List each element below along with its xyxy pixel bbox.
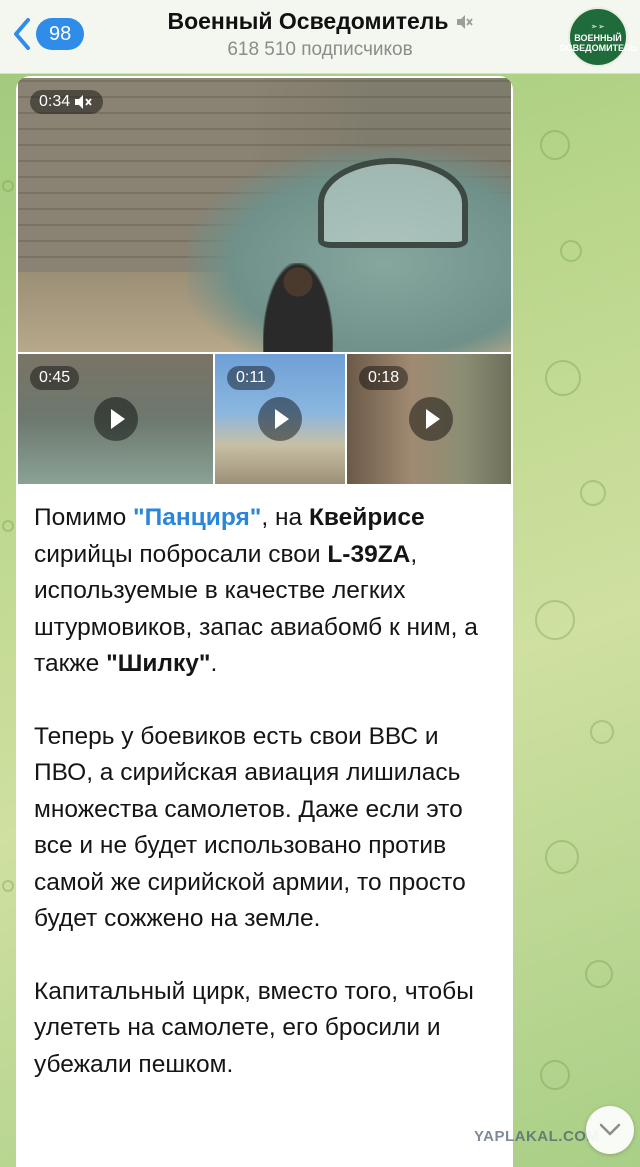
avatar-logo: ➣➢ bbox=[590, 21, 606, 31]
chat-header: 98 Военный Осведомитель 618 510 подписчи… bbox=[0, 0, 640, 74]
duration-label: 0:18 bbox=[368, 369, 400, 386]
video-duration: 0:45 bbox=[30, 366, 80, 390]
paragraph-1: Помимо "Панциря", на Квейрисе сирийцы по… bbox=[34, 500, 504, 683]
message-bubble: 0:34 0:45 0:11 0:18 Помимо "Панциря", на… bbox=[16, 76, 513, 1167]
speaker-muted-icon[interactable] bbox=[74, 94, 94, 110]
watermark: YAPLAKAL.COM bbox=[474, 1128, 600, 1145]
speaker-muted-icon bbox=[456, 14, 473, 29]
thumbnail-person bbox=[263, 263, 333, 352]
subscriber-count: 618 510 подписчиков bbox=[227, 39, 413, 60]
thumbnail-canopy bbox=[318, 158, 468, 248]
text-run: Помимо bbox=[34, 504, 134, 531]
channel-avatar[interactable]: ➣➢ ВОЕННЫЙ ОСВЕДОМИТЕЛЬ bbox=[559, 7, 637, 67]
channel-info[interactable]: Военный Осведомитель 618 510 подписчиков bbox=[0, 8, 640, 61]
scroll-down-button[interactable] bbox=[586, 1106, 634, 1154]
video-thumbnail-1[interactable]: 0:45 bbox=[18, 354, 213, 484]
video-duration: 0:18 bbox=[359, 366, 409, 390]
bold-text: "Шилку" bbox=[106, 650, 211, 677]
video-duration: 0:11 bbox=[227, 366, 275, 390]
avatar-line-2: ОСВЕДОМИТЕЛЬ bbox=[559, 42, 637, 53]
paragraph-3: Капитальный цирк, вместо того, чтобы уле… bbox=[34, 977, 474, 1078]
text-run: сирийцы побросали свои bbox=[34, 540, 328, 568]
play-icon[interactable] bbox=[258, 397, 302, 441]
bold-text: Квейрисе bbox=[308, 504, 425, 531]
video-thumbnail-3[interactable]: 0:18 bbox=[347, 354, 511, 484]
text-run: , на bbox=[261, 504, 309, 531]
highlighted-text: "Панциря" bbox=[133, 504, 262, 531]
channel-title: Военный Осведомитель bbox=[167, 8, 449, 34]
play-icon[interactable] bbox=[94, 397, 138, 441]
video-thumbnail-main[interactable]: 0:34 bbox=[18, 78, 511, 352]
duration-label: 0:34 bbox=[39, 93, 71, 110]
avatar-line-1: ВОЕННЫЙ bbox=[574, 32, 622, 43]
duration-label: 0:11 bbox=[236, 369, 266, 386]
video-duration: 0:34 bbox=[30, 90, 104, 114]
chevron-down-icon bbox=[599, 1123, 621, 1136]
duration-label: 0:45 bbox=[39, 369, 71, 386]
text-run: . bbox=[210, 650, 218, 677]
video-thumbnail-2[interactable]: 0:11 bbox=[215, 354, 345, 484]
paragraph-2: Теперь у боевиков есть свои ВВС и ПВО, а… bbox=[34, 722, 466, 933]
message-text: Помимо "Панциря", на Квейрисе сирийцы по… bbox=[34, 500, 504, 1083]
play-icon[interactable] bbox=[409, 397, 453, 441]
media-album: 0:34 0:45 0:11 0:18 bbox=[16, 76, 513, 486]
bold-text: L-39ZA bbox=[327, 540, 411, 568]
